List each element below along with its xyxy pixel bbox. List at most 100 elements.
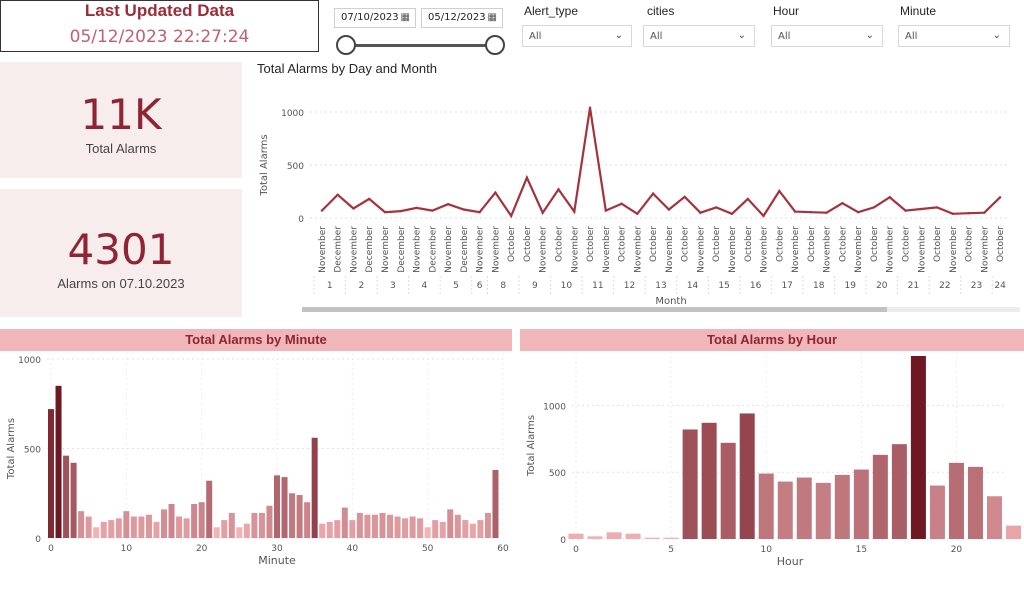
data-point <box>904 209 907 212</box>
y-tick-label: 0 <box>35 535 41 545</box>
cities-dropdown[interactable]: All ⌄ <box>643 25 755 47</box>
month-tick-label: November <box>980 226 990 273</box>
last-updated-timestamp: 05/12/2023 22:27:24 <box>69 27 250 47</box>
alarms-by-hour-chart: 0 500 1000 0 5 10 15 20 Hour Total Alarms <box>526 352 1022 568</box>
month-tick-label: November <box>491 226 501 273</box>
day-tick-label: 21 <box>908 281 919 291</box>
bar <box>417 518 424 538</box>
y-tick-label: 500 <box>287 162 304 172</box>
start-date-input[interactable]: 07/10/2023 ▦ <box>334 8 416 28</box>
bar <box>796 477 812 539</box>
data-point <box>462 208 466 211</box>
day-tick-label: 10 <box>561 281 573 291</box>
data-point <box>651 192 655 195</box>
day-tick-label: 8 <box>500 281 506 291</box>
month-tick-label: November <box>886 226 896 273</box>
calendar-icon[interactable]: ▦ <box>401 12 410 23</box>
month-tick-label: November <box>791 226 801 273</box>
data-point <box>573 210 576 213</box>
total-alarms-line <box>321 107 1001 219</box>
day-tick-label: 6 <box>477 281 483 291</box>
bar <box>334 520 341 538</box>
day-tick-label: 1 <box>327 281 333 291</box>
month-tick-label: November <box>381 226 391 273</box>
last-updated-title: Last Updated Data <box>84 1 235 20</box>
bar <box>266 505 273 538</box>
chevron-down-icon: ⌄ <box>614 30 623 41</box>
bar <box>853 469 869 539</box>
data-point <box>746 197 749 201</box>
day-tick-label: 12 <box>624 281 635 291</box>
day-tick-label: 13 <box>655 281 666 291</box>
month-tick-label: November <box>949 226 959 273</box>
bar <box>402 518 409 538</box>
end-date-input[interactable]: 05/12/2023 ▦ <box>421 8 503 28</box>
x-axis-label: Month <box>655 296 686 307</box>
data-point <box>841 201 844 205</box>
chevron-down-icon: ⌄ <box>992 30 1001 41</box>
bar <box>364 514 371 538</box>
date-range-start-handle[interactable] <box>336 35 356 55</box>
day-month-chart-title: Total Alarms by Day and Month <box>257 61 437 76</box>
hour-dropdown[interactable]: All ⌄ <box>771 25 883 47</box>
bar <box>138 516 145 538</box>
end-date-value: 05/12/2023 <box>428 12 486 23</box>
month-tick-label: November <box>633 226 643 273</box>
bar <box>462 520 469 538</box>
calendar-icon[interactable]: ▦ <box>488 12 497 23</box>
data-point <box>825 211 828 214</box>
month-tick-label: November <box>823 226 833 273</box>
bar <box>409 516 416 538</box>
data-point <box>699 211 702 214</box>
month-tick-label: October <box>681 226 691 262</box>
data-point <box>557 188 560 191</box>
bar <box>439 521 446 538</box>
month-tick-label: December <box>397 226 407 273</box>
bar <box>484 512 491 538</box>
month-tick-label: October <box>901 226 911 262</box>
data-point <box>920 207 923 211</box>
bar <box>198 502 205 538</box>
bar <box>108 520 115 538</box>
x-tick-label: 40 <box>347 544 359 554</box>
day-tick-label: 15 <box>718 281 729 291</box>
bar <box>319 523 326 538</box>
data-point <box>446 203 450 206</box>
month-tick-label: November <box>539 226 549 273</box>
data-point <box>494 191 497 194</box>
month-tick-label: November <box>917 226 927 273</box>
minute-value: All <box>905 31 918 42</box>
minute-slicer-title: Minute <box>900 4 937 18</box>
month-tick-label: October <box>712 226 722 262</box>
x-tick-label: 50 <box>422 544 434 554</box>
month-tick-label: October <box>507 226 517 262</box>
chevron-down-icon: ⌄ <box>865 30 874 41</box>
bar <box>115 518 122 538</box>
month-tick-label: October <box>933 226 943 262</box>
alert-type-dropdown[interactable]: All ⌄ <box>522 25 632 47</box>
day-alarms-card: 4301 Alarms on 07.10.2023 <box>0 189 242 317</box>
bar <box>289 493 296 538</box>
date-range-slider-track[interactable] <box>345 44 495 47</box>
month-tick-label: November <box>413 226 423 273</box>
data-point <box>525 176 529 179</box>
bar <box>228 512 235 538</box>
bar <box>221 520 228 538</box>
bar <box>447 509 454 538</box>
bar <box>55 385 62 538</box>
month-tick-label: November <box>696 226 706 273</box>
x-tick-label: 30 <box>271 544 283 554</box>
y-axis-label: Total Alarms <box>6 418 17 480</box>
day-tick-label: 18 <box>813 281 825 291</box>
data-point <box>793 210 797 213</box>
bar <box>682 429 698 539</box>
month-tick-label: October <box>523 226 533 262</box>
bar <box>258 512 265 538</box>
data-point <box>636 212 639 215</box>
minute-dropdown[interactable]: All ⌄ <box>898 25 1010 47</box>
cities-slicer-title: cities <box>647 4 675 18</box>
data-point <box>415 206 418 210</box>
date-range-end-handle[interactable] <box>485 35 505 55</box>
y-tick-label: 500 <box>24 446 41 456</box>
bar <box>815 482 831 539</box>
